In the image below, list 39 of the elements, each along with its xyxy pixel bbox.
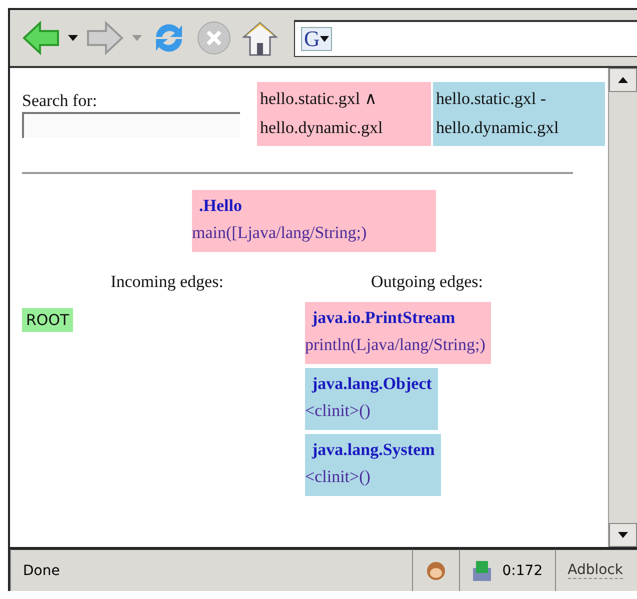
method-signature: main([Ljava/lang/String;) bbox=[192, 222, 368, 244]
method-signature: <clinit>() bbox=[305, 466, 372, 488]
legend-tag: hello.static.gxl - hello.dynamic.gxl bbox=[433, 82, 605, 146]
class-name: java.io.PrintStream bbox=[310, 307, 456, 329]
address-bar[interactable]: G bbox=[294, 20, 637, 56]
dropdown-caret-icon bbox=[132, 35, 142, 41]
dropdown-caret-icon bbox=[320, 36, 329, 42]
class-name: .Hello bbox=[198, 195, 243, 217]
dropdown-caret-icon bbox=[68, 35, 78, 41]
method-signature: <clinit>() bbox=[305, 400, 372, 422]
method-signature: println(Ljava/lang/String;) bbox=[305, 334, 486, 356]
search-field[interactable] bbox=[22, 112, 240, 138]
search-label: Search for: bbox=[22, 90, 98, 112]
addon-status-icon[interactable] bbox=[425, 560, 448, 580]
back-arrow-icon bbox=[22, 21, 60, 55]
vertical-scrollbar[interactable] bbox=[608, 68, 637, 547]
down-arrow-icon bbox=[618, 532, 628, 538]
forward-arrow-icon bbox=[86, 21, 124, 55]
load-timer: 0:172 bbox=[502, 562, 543, 578]
scroll-down-button[interactable] bbox=[609, 523, 637, 547]
scroll-up-button[interactable] bbox=[609, 68, 637, 92]
class-name: java.lang.System bbox=[310, 439, 435, 461]
status-message: Done bbox=[23, 562, 60, 578]
edge-node[interactable]: ROOT bbox=[22, 308, 74, 332]
outgoing-heading: Outgoing edges: bbox=[370, 272, 484, 292]
legend-tag: hello.static.gxl ∧ hello.dynamic.gxl bbox=[257, 82, 431, 146]
edge-node-card[interactable]: java.lang.Object <clinit>() bbox=[305, 368, 438, 430]
incoming-heading: Incoming edges: bbox=[110, 272, 224, 292]
adblock-button[interactable]: Adblock bbox=[568, 562, 623, 579]
home-button[interactable] bbox=[240, 19, 280, 57]
home-icon bbox=[240, 19, 280, 57]
history-dropdown-button[interactable] bbox=[68, 35, 78, 41]
edge-node-card[interactable]: java.lang.System <clinit>() bbox=[305, 434, 441, 496]
up-arrow-icon bbox=[618, 77, 628, 83]
search-engine-button[interactable]: G bbox=[301, 26, 332, 50]
stop-icon bbox=[196, 20, 232, 56]
back-button[interactable] bbox=[22, 21, 60, 55]
class-name: java.lang.Object bbox=[310, 373, 432, 395]
edge-node-card[interactable]: java.io.PrintStream println(Ljava/lang/String;) bbox=[305, 302, 492, 364]
